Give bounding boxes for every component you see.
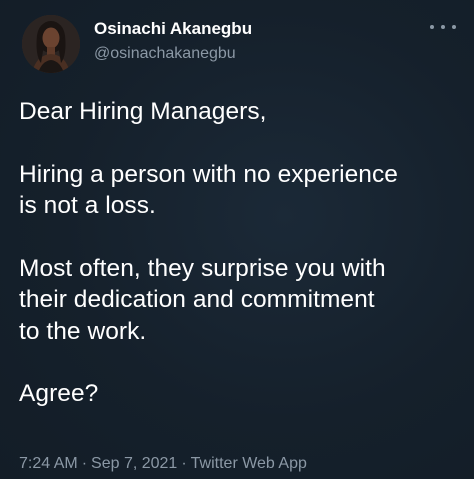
- tweet-text: Dear Hiring Managers, Hiring a person wi…: [19, 96, 459, 410]
- more-options-button[interactable]: [430, 20, 456, 34]
- tweet-paragraph: Dear Hiring Managers,: [19, 96, 459, 128]
- more-dots-icon: [441, 25, 445, 29]
- profile-photo-icon: [22, 15, 80, 73]
- tweet-line: Dear Hiring Managers,: [19, 98, 267, 125]
- tweet-paragraph: Most often, they surprise you with their…: [19, 253, 459, 348]
- author-name[interactable]: Osinachi Akanegbu: [94, 19, 252, 39]
- more-dots-icon: [452, 25, 456, 29]
- tweet-metadata: 7:24 AM · Sep 7, 2021 · Twitter Web App: [19, 455, 307, 473]
- tweet-line: Agree?: [19, 380, 99, 407]
- tweet-line: their dedication and commitment: [19, 286, 375, 313]
- author-handle[interactable]: @osinachakanegbu: [94, 45, 236, 63]
- more-dots-icon: [430, 25, 434, 29]
- tweet-line: to the work.: [19, 317, 147, 345]
- tweet-paragraph: Hiring a person with no experience is no…: [19, 159, 459, 222]
- separator: ·: [81, 455, 88, 472]
- tweet-date[interactable]: Sep 7, 2021: [91, 455, 177, 472]
- avatar[interactable]: [22, 15, 80, 73]
- tweet-time[interactable]: 7:24 AM: [19, 455, 78, 472]
- tweet-card: Osinachi Akanegbu @osinachakanegbu Dear …: [0, 0, 474, 479]
- tweet-line: is not a loss.: [19, 192, 156, 219]
- tweet-line: Hiring a person with no experience: [19, 160, 398, 188]
- tweet-paragraph: Agree?: [19, 378, 459, 410]
- tweet-source[interactable]: Twitter Web App: [191, 455, 307, 472]
- tweet-line: Most often, they surprise you with: [19, 254, 386, 282]
- separator: ·: [181, 455, 187, 472]
